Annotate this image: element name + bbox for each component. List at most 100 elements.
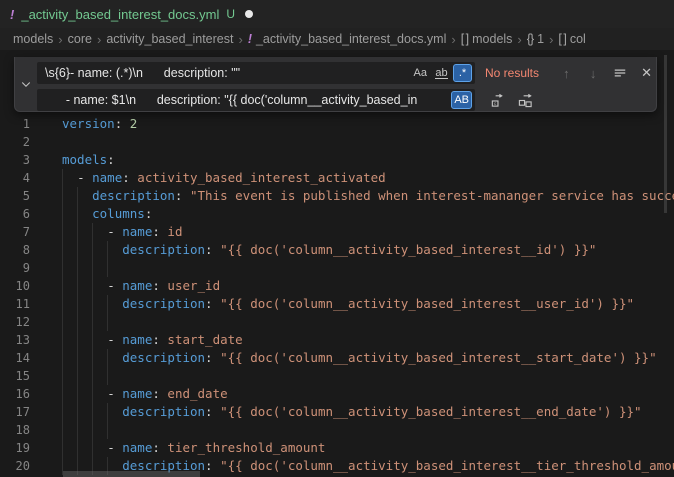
breadcrumb-separator-icon: › — [238, 32, 242, 47]
line-number[interactable]: 14 — [0, 349, 30, 367]
code-area[interactable]: 1version: 223models:4 - name: activity_b… — [0, 115, 674, 475]
line-number[interactable]: 20 — [0, 457, 30, 475]
regex-toggle[interactable]: .* — [453, 64, 472, 82]
line-number[interactable]: 16 — [0, 385, 30, 403]
yaml-warning-icon: ! — [10, 7, 14, 22]
code-line-2[interactable]: 2 — [0, 133, 674, 151]
breadcrumb-item-models[interactable]: models — [13, 32, 53, 46]
indent-guide — [62, 367, 77, 385]
indent-guide — [92, 367, 107, 385]
indent-guide — [62, 241, 77, 259]
code-line-1[interactable]: 1version: 2 — [0, 115, 674, 133]
indent-guide — [62, 295, 77, 313]
line-number[interactable]: 18 — [0, 421, 30, 439]
code-line-19[interactable]: 19 - name: tier_threshold_amount — [0, 439, 674, 457]
indent-guide — [107, 403, 122, 421]
indent-guide — [77, 223, 92, 241]
indent-guide — [77, 241, 92, 259]
toggle-replace-button[interactable] — [15, 57, 36, 111]
symbol-array-icon: [ ] — [558, 32, 565, 46]
line-content: description: "{{ doc('column__activity_b… — [30, 241, 596, 259]
line-number[interactable]: 8 — [0, 241, 30, 259]
code-line-14[interactable]: 14 description: "{{ doc('column__activit… — [0, 349, 674, 367]
replace-all-button[interactable] — [515, 90, 535, 110]
line-number[interactable]: 3 — [0, 151, 30, 169]
indent-guide — [107, 241, 122, 259]
svg-text:c: c — [494, 101, 496, 106]
code-line-15[interactable]: 15 — [0, 367, 674, 385]
indent-guide — [77, 331, 92, 349]
code-line-3[interactable]: 3models: — [0, 151, 674, 169]
breadcrumb-separator-icon: › — [58, 32, 62, 47]
line-content — [30, 367, 122, 385]
code-line-6[interactable]: 6 columns: — [0, 205, 674, 223]
line-content — [30, 259, 122, 277]
replace-button[interactable]: c — [487, 90, 507, 110]
indent-guide — [62, 349, 77, 367]
match-case-toggle[interactable]: Aa — [411, 64, 430, 82]
line-content: description: "{{ doc('column__activity_b… — [30, 295, 634, 313]
line-number[interactable]: 7 — [0, 223, 30, 241]
line-number[interactable]: 19 — [0, 439, 30, 457]
breadcrumb-item-activity-based-interest[interactable]: activity_based_interest — [106, 32, 233, 46]
line-number[interactable]: 13 — [0, 331, 30, 349]
line-number[interactable]: 15 — [0, 367, 30, 385]
line-content: - name: user_id — [30, 277, 220, 295]
code-line-5[interactable]: 5 description: "This event is published … — [0, 187, 674, 205]
indent-guide — [77, 259, 92, 277]
breadcrumb-label: _activity_based_interest_docs.yml — [256, 32, 446, 46]
code-line-17[interactable]: 17 description: "{{ doc('column__activit… — [0, 403, 674, 421]
whole-word-toggle[interactable]: ab — [432, 64, 451, 82]
indent-guide — [62, 259, 77, 277]
breadcrumb-item-col[interactable]: [ ]col — [558, 32, 585, 46]
find-in-selection-button[interactable] — [611, 63, 630, 83]
code-line-12[interactable]: 12 — [0, 313, 674, 331]
code-line-13[interactable]: 13 - name: start_date — [0, 331, 674, 349]
code-line-9[interactable]: 9 — [0, 259, 674, 277]
indent-guide — [92, 259, 107, 277]
indent-guide — [77, 277, 92, 295]
line-number[interactable]: 10 — [0, 277, 30, 295]
preserve-case-toggle[interactable]: AB — [451, 91, 472, 109]
replace-all-icon — [518, 93, 533, 108]
breadcrumb-label: 1 — [537, 32, 544, 46]
tab-active-file[interactable]: ! _activity_based_interest_docs.yml U — [0, 0, 263, 28]
vertical-scrollbar[interactable] — [664, 55, 667, 213]
indent-guide — [62, 223, 77, 241]
line-number[interactable]: 4 — [0, 169, 30, 187]
line-number[interactable]: 6 — [0, 205, 30, 223]
modified-dot-icon[interactable] — [245, 10, 253, 18]
close-find-widget-button[interactable]: ✕ — [637, 63, 656, 83]
breadcrumb-separator-icon: › — [549, 32, 553, 47]
code-line-18[interactable]: 18 — [0, 421, 674, 439]
previous-match-button[interactable]: ↑ — [557, 63, 576, 83]
line-number[interactable]: 2 — [0, 133, 30, 151]
indent-guide — [62, 439, 77, 457]
line-number[interactable]: 11 — [0, 295, 30, 313]
indent-guide — [62, 331, 77, 349]
breadcrumb-item-core[interactable]: core — [68, 32, 92, 46]
breadcrumb-item--activity-based-interest-docs-yml[interactable]: !_activity_based_interest_docs.yml — [248, 32, 447, 46]
indent-guide — [92, 331, 107, 349]
replace-input[interactable]: - name: $1\n description: "{{ doc('colum… — [37, 89, 475, 111]
line-number[interactable]: 9 — [0, 259, 30, 277]
code-line-7[interactable]: 7 - name: id — [0, 223, 674, 241]
line-number[interactable]: 5 — [0, 187, 30, 205]
indent-guide — [107, 349, 122, 367]
code-line-16[interactable]: 16 - name: end_date — [0, 385, 674, 403]
breadcrumb-item-1[interactable]: {}1 — [527, 32, 544, 46]
line-number[interactable]: 12 — [0, 313, 30, 331]
code-line-10[interactable]: 10 - name: user_id — [0, 277, 674, 295]
indent-guide — [92, 403, 107, 421]
line-number[interactable]: 1 — [0, 115, 30, 133]
editor-pane[interactable]: \s{6}- name: (.*)\n description: "" Aa a… — [0, 50, 674, 477]
indent-guide — [92, 349, 107, 367]
code-line-4[interactable]: 4 - name: activity_based_interest_activa… — [0, 169, 674, 187]
horizontal-scrollbar[interactable] — [63, 471, 200, 477]
find-input[interactable]: \s{6}- name: (.*)\n description: "" Aa a… — [37, 62, 475, 84]
code-line-11[interactable]: 11 description: "{{ doc('column__activit… — [0, 295, 674, 313]
breadcrumb-item-models[interactable]: [ ]models — [461, 32, 513, 46]
line-number[interactable]: 17 — [0, 403, 30, 421]
next-match-button[interactable]: ↓ — [584, 63, 603, 83]
code-line-8[interactable]: 8 description: "{{ doc('column__activity… — [0, 241, 674, 259]
